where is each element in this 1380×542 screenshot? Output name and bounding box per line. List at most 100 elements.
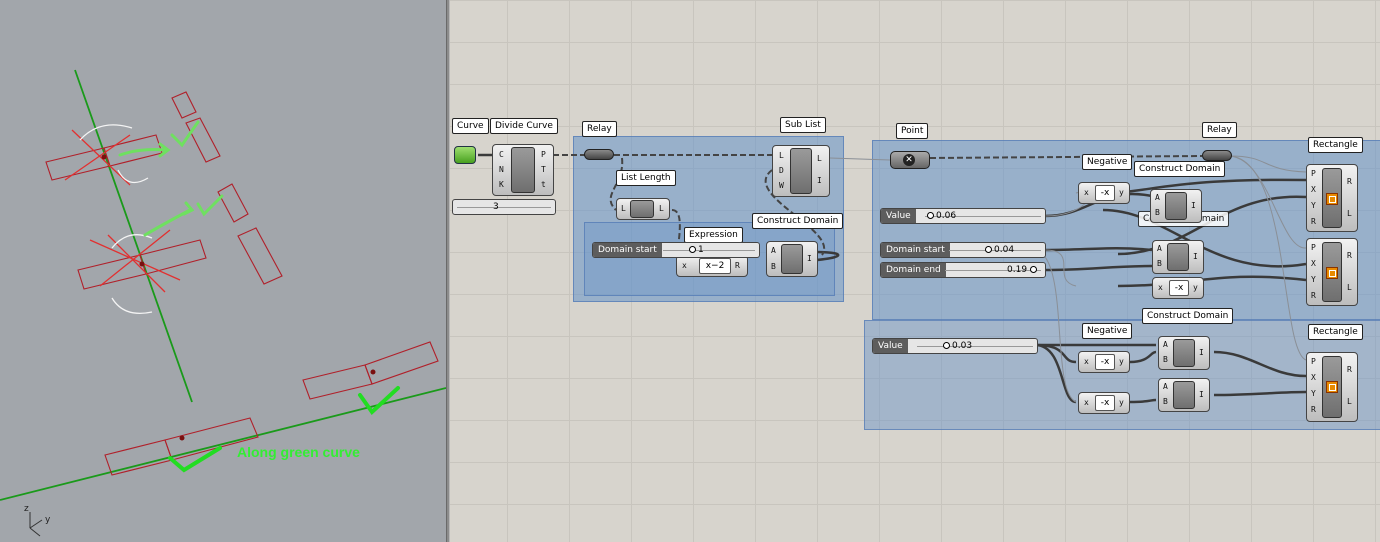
- construct-domain-2-component[interactable]: A B I: [1150, 189, 1202, 223]
- port-p[interactable]: P: [1311, 243, 1316, 252]
- port-l-out[interactable]: L: [817, 154, 822, 163]
- rectangle-3-component[interactable]: P X Y R R L: [1306, 352, 1358, 422]
- value-slider-2[interactable]: Value 0.03: [872, 338, 1038, 354]
- negative-icon: -x: [1095, 354, 1115, 370]
- port-n[interactable]: N: [499, 165, 504, 174]
- negative-3-title: Negative: [1082, 323, 1133, 339]
- port-i[interactable]: I: [1199, 390, 1204, 399]
- port-l-out[interactable]: L: [1347, 283, 1352, 292]
- construct-domain-3-component[interactable]: A B I: [1158, 336, 1210, 370]
- negative-4-component[interactable]: x -x y: [1078, 392, 1130, 414]
- port-x[interactable]: x: [1158, 283, 1163, 292]
- rectangle-2-component[interactable]: P X Y R R L: [1306, 238, 1358, 306]
- curve-param[interactable]: [454, 146, 476, 164]
- port-i[interactable]: I: [1191, 201, 1196, 210]
- port-x[interactable]: X: [1311, 373, 1316, 382]
- port-l-out[interactable]: L: [1347, 397, 1352, 406]
- port-y[interactable]: Y: [1311, 201, 1316, 210]
- port-r[interactable]: R: [1311, 405, 1316, 414]
- port-r-out[interactable]: R: [1347, 365, 1352, 374]
- domain-start-slider-1[interactable]: Domain start 1: [592, 242, 760, 258]
- port-a[interactable]: A: [1155, 193, 1160, 202]
- negative-1-component[interactable]: x -x y: [1078, 182, 1130, 204]
- port-r[interactable]: R: [1311, 291, 1316, 300]
- port-r-out[interactable]: R: [1347, 251, 1352, 260]
- port-i[interactable]: I: [817, 176, 822, 185]
- negative-icon: -x: [1169, 280, 1189, 296]
- port-b[interactable]: B: [1157, 259, 1162, 268]
- construct-domain-1-title: Construct Domain: [752, 213, 844, 229]
- construct-domain-1-component[interactable]: A B I: [766, 241, 818, 277]
- relay-1-title: Relay: [582, 121, 617, 137]
- port-y[interactable]: y: [1119, 188, 1124, 197]
- port-b[interactable]: B: [1155, 208, 1160, 217]
- construct-domain-4-component[interactable]: A B I: [1158, 378, 1210, 412]
- port-p[interactable]: P: [1311, 169, 1316, 178]
- sub-list-component[interactable]: L D W L I: [772, 145, 830, 197]
- relay-2[interactable]: [1202, 150, 1232, 161]
- domain-start-slider-2[interactable]: Domain start 0.04: [880, 242, 1046, 258]
- list-length-icon: [630, 200, 654, 218]
- port-y[interactable]: y: [1193, 283, 1198, 292]
- list-length-component[interactable]: L L: [616, 198, 670, 220]
- port-i[interactable]: I: [807, 254, 812, 263]
- port-x[interactable]: x: [1084, 398, 1089, 407]
- port-t-param[interactable]: t: [541, 180, 546, 189]
- port-l-out[interactable]: L: [659, 204, 664, 213]
- port-a[interactable]: A: [771, 246, 776, 255]
- negative-3-component[interactable]: x -x y: [1078, 351, 1130, 373]
- expression-formula: x−2: [699, 258, 731, 274]
- port-y[interactable]: y: [1119, 398, 1124, 407]
- port-c[interactable]: C: [499, 150, 504, 159]
- sub-list-title: Sub List: [780, 117, 826, 133]
- port-x[interactable]: X: [1311, 259, 1316, 268]
- port-l-out[interactable]: L: [1347, 209, 1352, 218]
- construct-domain-2b-component[interactable]: A B I: [1152, 240, 1204, 274]
- grasshopper-canvas[interactable]: Curve Divide Curve C N K P T t 3 Relay L…: [450, 0, 1380, 542]
- port-r[interactable]: R: [735, 261, 740, 270]
- port-i[interactable]: I: [1193, 252, 1198, 261]
- domain-start-value-2: 0.04: [994, 245, 1015, 255]
- port-a[interactable]: A: [1163, 382, 1168, 391]
- rhino-viewport[interactable]: Along green curve z y: [0, 0, 446, 542]
- domain-end-label: Domain end: [881, 263, 946, 277]
- port-x[interactable]: x: [1084, 188, 1089, 197]
- domain-end-slider[interactable]: Domain end 0.19: [880, 262, 1046, 278]
- port-i[interactable]: I: [1199, 348, 1204, 357]
- port-r[interactable]: R: [1311, 217, 1316, 226]
- port-p[interactable]: P: [541, 150, 546, 159]
- port-w[interactable]: W: [779, 181, 784, 190]
- construct-domain-icon: [1173, 339, 1195, 367]
- port-b[interactable]: B: [771, 262, 776, 271]
- rectangle-1-component[interactable]: P X Y R R L: [1306, 164, 1358, 232]
- port-y[interactable]: y: [1119, 357, 1124, 366]
- domain-end-value: 0.19: [1007, 265, 1028, 275]
- expression-component[interactable]: x x−2 R: [676, 255, 748, 277]
- point-param[interactable]: ✕: [890, 151, 930, 169]
- list-length-title: List Length: [616, 170, 676, 186]
- expression-title: Expression: [684, 227, 743, 243]
- point-title: Point: [896, 123, 929, 139]
- negative-2-component[interactable]: x -x y: [1152, 277, 1204, 299]
- port-a[interactable]: A: [1163, 340, 1168, 349]
- port-l-in[interactable]: L: [621, 204, 626, 213]
- value-slider-1[interactable]: Value 0.06: [880, 208, 1046, 224]
- port-a[interactable]: A: [1157, 244, 1162, 253]
- relay-2-title: Relay: [1202, 122, 1237, 138]
- port-x[interactable]: x: [682, 261, 687, 270]
- port-x[interactable]: x: [1084, 357, 1089, 366]
- port-k[interactable]: K: [499, 180, 504, 189]
- divide-curve-component[interactable]: C N K P T t: [492, 144, 554, 196]
- port-l[interactable]: L: [779, 151, 784, 160]
- port-t[interactable]: T: [541, 165, 546, 174]
- port-y[interactable]: Y: [1311, 389, 1316, 398]
- port-b[interactable]: B: [1163, 397, 1168, 406]
- port-p[interactable]: P: [1311, 357, 1316, 366]
- port-b[interactable]: B: [1163, 355, 1168, 364]
- port-d[interactable]: D: [779, 166, 784, 175]
- port-y[interactable]: Y: [1311, 275, 1316, 284]
- port-x[interactable]: X: [1311, 185, 1316, 194]
- port-r-out[interactable]: R: [1347, 177, 1352, 186]
- relay-1[interactable]: [584, 149, 614, 160]
- count-slider[interactable]: 3: [452, 199, 556, 215]
